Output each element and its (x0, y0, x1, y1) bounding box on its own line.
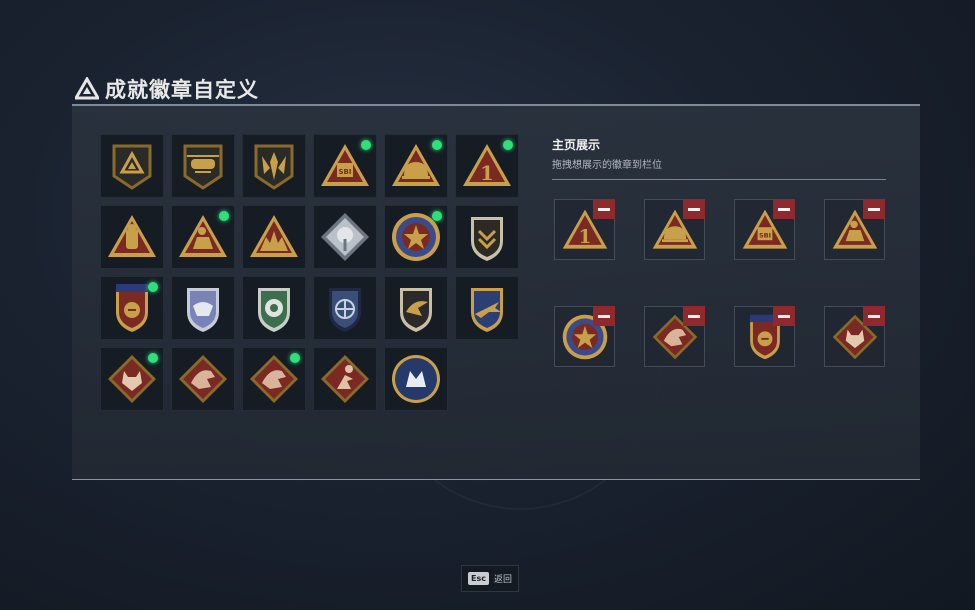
esc-key-icon: Esc (468, 572, 489, 585)
new-indicator-dot (432, 140, 442, 150)
square-helicopter-icon (183, 144, 223, 190)
showcase-slot[interactable]: SBI (734, 199, 795, 260)
showcase-header: 主页展示 拖拽想展示的徽章到栏位 (552, 136, 886, 180)
minus-icon (778, 207, 790, 211)
badge-grid: SBI 1 (100, 134, 519, 411)
badge-slot[interactable] (455, 205, 519, 269)
badge-slot[interactable] (313, 347, 377, 411)
showcase-subtitle: 拖拽想展示的徽章到栏位 (552, 160, 662, 171)
remove-badge-button[interactable] (863, 306, 885, 326)
badge-slot[interactable] (242, 276, 306, 340)
diamond-runner-icon (321, 355, 369, 403)
badge-slot[interactable] (100, 276, 164, 340)
minus-icon (688, 207, 700, 211)
showcase-slot[interactable]: 1 (554, 199, 615, 260)
minus-icon (868, 314, 880, 318)
showcase-slot[interactable] (644, 306, 705, 367)
page-header: 成就徽章自定义 (75, 74, 259, 104)
remove-badge-button[interactable] (683, 306, 705, 326)
badge-slot[interactable] (313, 205, 377, 269)
minus-icon (688, 314, 700, 318)
badge-slot[interactable] (384, 347, 448, 411)
remove-badge-button[interactable] (773, 199, 795, 219)
triangle-logo-icon (75, 77, 99, 100)
minus-icon (598, 207, 610, 211)
badge-slot[interactable] (313, 276, 377, 340)
showcase-slot[interactable] (824, 306, 885, 367)
minus-icon (868, 207, 880, 211)
new-indicator-dot (290, 353, 300, 363)
badge-slot[interactable] (242, 134, 306, 198)
showcase-grid: 1 SBI (554, 199, 885, 367)
triangle-ruin-icon (250, 215, 298, 257)
badge-slot[interactable] (100, 347, 164, 411)
showcase-title: 主页展示 (552, 138, 601, 152)
showcase-slot[interactable] (554, 306, 615, 367)
badge-slot[interactable] (242, 347, 306, 411)
shield-blue-plane-icon (471, 288, 503, 332)
remove-badge-button[interactable] (593, 199, 615, 219)
badge-slot[interactable] (100, 205, 164, 269)
svg-text:1: 1 (578, 227, 591, 248)
new-indicator-dot (219, 211, 229, 221)
shield-blue-crosshair-icon (329, 288, 361, 332)
square-wings-icon (254, 144, 294, 190)
badge-panel: SBI 1 主页展示 拖拽想展示的徽章到栏位 1 SBI (72, 104, 920, 480)
square-triangle-icon (112, 144, 152, 190)
showcase-slot[interactable] (824, 199, 885, 260)
page-title: 成就徽章自定义 (105, 78, 259, 102)
shield-silver-wing-icon (187, 288, 219, 332)
shield-green-flower-icon (258, 288, 290, 332)
svg-text:1: 1 (480, 161, 494, 185)
new-indicator-dot (361, 140, 371, 150)
badge-slot[interactable] (455, 276, 519, 340)
badge-slot[interactable] (171, 134, 235, 198)
shield-chevron-icon (471, 217, 503, 261)
new-indicator-dot (148, 282, 158, 292)
badge-slot[interactable] (171, 276, 235, 340)
remove-badge-button[interactable] (683, 199, 705, 219)
badge-slot[interactable] (171, 205, 235, 269)
badge-slot[interactable] (384, 276, 448, 340)
minus-icon (598, 314, 610, 318)
badge-slot[interactable] (242, 205, 306, 269)
remove-badge-button[interactable] (773, 306, 795, 326)
shield-dark-hawk-icon (400, 288, 432, 332)
back-label: 返回 (493, 575, 512, 585)
triangle-figure-icon (108, 215, 156, 257)
minus-icon (778, 314, 790, 318)
badge-slot[interactable] (100, 134, 164, 198)
new-indicator-dot (148, 353, 158, 363)
badge-slot[interactable] (384, 134, 448, 198)
svg-text:SBI: SBI (758, 231, 770, 239)
new-indicator-dot (432, 211, 442, 221)
badge-slot[interactable] (171, 347, 235, 411)
remove-badge-button[interactable] (593, 306, 615, 326)
back-hint[interactable]: Esc 返回 (461, 565, 519, 592)
badge-slot[interactable]: 1 (455, 134, 519, 198)
new-indicator-dot (503, 140, 513, 150)
badge-slot[interactable] (384, 205, 448, 269)
showcase-slot[interactable] (644, 199, 705, 260)
remove-badge-button[interactable] (863, 199, 885, 219)
diamond-dragon-icon (179, 355, 227, 403)
badge-slot[interactable]: SBI (313, 134, 377, 198)
svg-text:SBI: SBI (339, 168, 352, 176)
round-blue-wolf-icon (392, 355, 440, 403)
diamond-silver-icon (321, 213, 369, 261)
divider (552, 179, 886, 180)
showcase-slot[interactable] (734, 306, 795, 367)
